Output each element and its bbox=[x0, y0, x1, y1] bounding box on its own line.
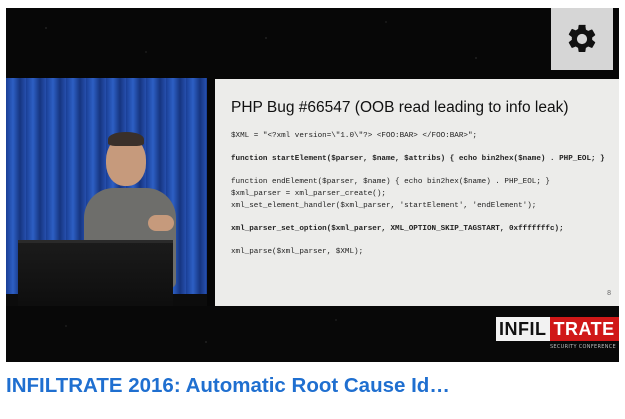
code-line: function startElement($parser, $name, $a… bbox=[231, 155, 605, 164]
presentation-slide: PHP Bug #66547 (OOB read leading to info… bbox=[215, 79, 619, 307]
code-line: $xml_parser = xml_parser_create(); bbox=[231, 189, 386, 198]
code-line: xml_parse($xml_parser, $XML); bbox=[231, 247, 364, 256]
code-line: xml_parser_set_option($xml_parser, XML_O… bbox=[231, 224, 564, 233]
gear-icon bbox=[568, 24, 596, 53]
code-line: function endElement($parser, $name) { ec… bbox=[231, 178, 550, 187]
slide-page-number: 8 bbox=[607, 290, 611, 297]
speaker-hair bbox=[108, 132, 144, 146]
code-line: $XML = "<?xml version=\"1.0\"?> <FOO:BAR… bbox=[231, 132, 478, 140]
video-player[interactable]: PHP Bug #66547 (OOB read leading to info… bbox=[6, 8, 619, 362]
settings-button[interactable] bbox=[551, 8, 613, 70]
infiltrate-logo: INFIL TRATE SECURITY CONFERENCE bbox=[496, 317, 619, 355]
speaker-hand bbox=[148, 215, 174, 231]
logo-wordmark: INFIL TRATE bbox=[496, 317, 619, 341]
podium bbox=[18, 240, 173, 309]
dark-background-top bbox=[6, 8, 619, 78]
slide-code: $XML = "<?xml version=\"1.0\"?> <FOO:BAR… bbox=[231, 131, 615, 259]
slide-title: PHP Bug #66547 (OOB read leading to info… bbox=[231, 99, 569, 116]
video-title-link[interactable]: INFILTRATE 2016: Automatic Root Cause Id… bbox=[6, 374, 619, 398]
code-line: xml_set_element_handler($xml_parser, 'st… bbox=[231, 201, 537, 210]
logo-part-1: INFIL bbox=[496, 317, 550, 341]
logo-subtitle: SECURITY CONFERENCE bbox=[549, 344, 616, 350]
logo-part-2: TRATE bbox=[549, 317, 619, 341]
